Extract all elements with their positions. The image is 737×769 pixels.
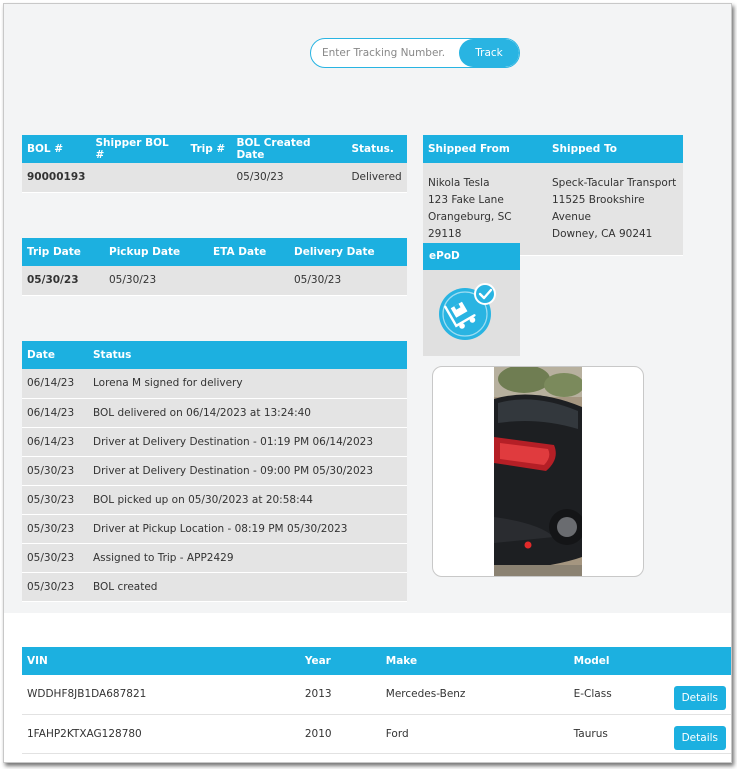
- shipper-bol-header: Shipper BOL #: [90, 135, 186, 163]
- vin-header: VIN: [22, 647, 300, 675]
- status-row: 05/30/23 BOL created: [22, 572, 407, 602]
- details-button[interactable]: Details: [673, 725, 726, 750]
- bol-table: BOL # Shipper BOL # Trip # BOL Created D…: [22, 135, 407, 193]
- status-date: 05/30/23: [22, 514, 88, 544]
- trip-header-row: Trip Date Pickup Date ETA Date Delivery …: [22, 238, 407, 266]
- status-text: BOL created: [88, 572, 407, 602]
- status-row: 05/30/23 Driver at Pickup Location - 08:…: [22, 514, 407, 544]
- shipper-bol: [90, 163, 186, 193]
- status-row: 05/30/23 Driver at Delivery Destination …: [22, 456, 407, 486]
- vehicle-table: VIN Year Make Model WDDHF8JB1DA687821 20…: [22, 647, 731, 754]
- status-date-header: Date: [22, 341, 88, 369]
- status-text: Driver at Pickup Location - 08:19 PM 05/…: [88, 514, 407, 544]
- bol-status-header: Status.: [346, 135, 407, 163]
- vehicle-action-cell: Details: [668, 675, 731, 715]
- bol-number: 90000193: [22, 163, 91, 193]
- status-text: BOL delivered on 06/14/2023 at 13:24:40: [88, 398, 407, 428]
- tracking-page: Track BOL # Shipper BOL # Trip # BOL Cre…: [3, 3, 732, 763]
- delivery-date: 05/30/23: [289, 266, 407, 296]
- trip-date-header: Trip Date: [22, 238, 104, 266]
- status-date: 06/14/23: [22, 369, 88, 399]
- status-date: 06/14/23: [22, 398, 88, 428]
- status-date: 05/30/23: [22, 543, 88, 573]
- eta-date: [208, 266, 289, 296]
- vehicle-year: 2013: [299, 675, 381, 715]
- vehicle-model: Taurus: [568, 714, 669, 754]
- to-street: 11525 Brookshire Avenue: [552, 193, 645, 223]
- tracking-number-input[interactable]: [311, 39, 459, 67]
- delivery-photo[interactable]: [494, 367, 582, 576]
- status-date: 05/30/23: [22, 485, 88, 515]
- from-city: Orangeburg, SC 29118: [428, 210, 512, 240]
- delivery-confirmed-icon[interactable]: [437, 282, 497, 342]
- bol-status: Delivered: [346, 163, 407, 193]
- trip-number: [185, 163, 232, 193]
- delivery-photo-frame[interactable]: [432, 366, 644, 577]
- car-photo-image: [494, 367, 582, 576]
- vehicle-vin: WDDHF8JB1DA687821: [22, 675, 300, 715]
- action-header: [668, 647, 731, 675]
- status-text: Driver at Delivery Destination - 01:19 P…: [88, 427, 407, 457]
- eta-date-header: ETA Date: [208, 238, 289, 266]
- to-name: Speck-Tacular Transport: [552, 176, 677, 189]
- pickup-date-header: Pickup Date: [104, 238, 208, 266]
- status-header-row: Date Status: [22, 341, 407, 369]
- bol-header-row: BOL # Shipper BOL # Trip # BOL Created D…: [22, 135, 407, 163]
- bol-number-header: BOL #: [22, 135, 91, 163]
- delivery-date-header: Delivery Date: [289, 238, 407, 266]
- status-text: Assigned to Trip - APP2429: [88, 543, 407, 573]
- trip-number-header: Trip #: [185, 135, 232, 163]
- trip-date: 05/30/23: [22, 266, 104, 296]
- bol-created-date: 05/30/23: [231, 163, 347, 193]
- shipped-to-address: Speck-Tacular Transport 11525 Brookshire…: [547, 163, 683, 256]
- status-row: 05/30/23 Assigned to Trip - APP2429: [22, 543, 407, 573]
- vehicle-row: WDDHF8JB1DA687821 2013 Mercedes-Benz E-C…: [22, 675, 731, 715]
- shipped-from-address: Nikola Tesla 123 Fake Lane Orangeburg, S…: [423, 163, 547, 256]
- status-text: BOL picked up on 05/30/2023 at 20:58:44: [88, 485, 407, 515]
- status-row: 06/14/23 Driver at Delivery Destination …: [22, 427, 407, 457]
- status-text-header: Status: [88, 341, 407, 369]
- bol-row: 90000193 05/30/23 Delivered: [22, 163, 407, 193]
- status-date: 05/30/23: [22, 456, 88, 486]
- vehicle-model: E-Class: [568, 675, 669, 715]
- status-text: Lorena M signed for delivery: [88, 369, 407, 399]
- tracking-search: Track: [310, 38, 520, 68]
- shipped-from-header: Shipped From: [423, 135, 547, 163]
- year-header: Year: [299, 647, 381, 675]
- status-row: 05/30/23 BOL picked up on 05/30/2023 at …: [22, 485, 407, 515]
- pickup-date: 05/30/23: [104, 266, 208, 296]
- status-date: 06/14/23: [22, 427, 88, 457]
- from-name: Nikola Tesla: [428, 176, 490, 189]
- epod-panel: ePoD: [423, 243, 520, 356]
- trip-row: 05/30/23 05/30/23 05/30/23: [22, 266, 407, 296]
- status-date: 05/30/23: [22, 572, 88, 602]
- shipping-row: Nikola Tesla 123 Fake Lane Orangeburg, S…: [423, 163, 683, 256]
- status-row: 06/14/23 Lorena M signed for delivery: [22, 369, 407, 399]
- epod-header: ePoD: [423, 243, 520, 270]
- status-row: 06/14/23 BOL delivered on 06/14/2023 at …: [22, 398, 407, 428]
- vehicle-year: 2010: [299, 714, 381, 754]
- vehicle-make: Mercedes-Benz: [380, 675, 569, 715]
- vehicle-header-row: VIN Year Make Model: [22, 647, 731, 675]
- status-text: Driver at Delivery Destination - 09:00 P…: [88, 456, 407, 486]
- vehicle-action-cell: Details: [668, 714, 731, 754]
- vehicle-row: 1FAHP2KTXAG128780 2010 Ford Taurus Detai…: [22, 714, 731, 754]
- make-header: Make: [380, 647, 569, 675]
- from-street: 123 Fake Lane: [428, 193, 504, 206]
- status-history-table: Date Status 06/14/23 Lorena M signed for…: [22, 341, 407, 602]
- trip-dates-table: Trip Date Pickup Date ETA Date Delivery …: [22, 238, 407, 296]
- shipped-to-header: Shipped To: [547, 135, 683, 163]
- bol-created-date-header: BOL Created Date: [231, 135, 347, 163]
- vehicle-vin: 1FAHP2KTXAG128780: [22, 714, 300, 754]
- to-city: Downey, CA 90241: [552, 227, 653, 240]
- model-header: Model: [568, 647, 669, 675]
- details-button[interactable]: Details: [673, 686, 726, 711]
- track-button[interactable]: Track: [459, 39, 519, 67]
- shipping-header-row: Shipped From Shipped To: [423, 135, 683, 163]
- vehicle-make: Ford: [380, 714, 569, 754]
- shipping-table: Shipped From Shipped To Nikola Tesla 123…: [423, 135, 683, 256]
